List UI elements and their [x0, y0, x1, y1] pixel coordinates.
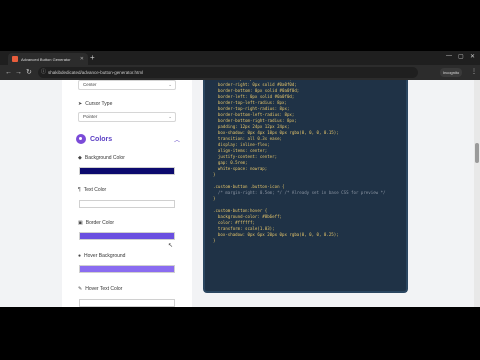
reload-icon[interactable]: ↻ [26, 68, 32, 77]
tab-bar: Advanced Button Generator ✕ + — ▢ ✕ [0, 51, 480, 65]
settings-panel: Center ⌄ ➤ Cursor Type Pointer ⌄ Colors … [62, 80, 192, 307]
border-color-label-text: Border Color [85, 220, 115, 226]
code-line: } [213, 238, 216, 243]
address-bar-row: ← → ↻ ⓘ shakibdedicated/advance-button-g… [0, 65, 480, 80]
code-block: border-top: 0px solid #0a0f0d; border-ri… [213, 80, 386, 244]
chevron-down-icon: ⌄ [168, 82, 172, 87]
cursor-type-select[interactable]: Pointer ⌄ [78, 112, 176, 122]
palette-icon [76, 134, 86, 144]
pen-icon: ✎ [78, 286, 83, 292]
forward-icon[interactable]: → [15, 68, 22, 77]
background-color-swatch[interactable] [79, 167, 175, 175]
chevron-up-icon[interactable]: ︿ [174, 135, 180, 144]
hover-background-label: ● Hover Background [78, 253, 125, 259]
hover-fill-icon: ● [78, 253, 82, 259]
cursor-type-label: ➤ Cursor Type [78, 101, 112, 107]
chevron-down-icon: ⌄ [168, 114, 172, 119]
hover-background-swatch[interactable] [79, 265, 175, 273]
hover-text-color-label: ✎ Hover Text Color [78, 286, 122, 292]
favicon-icon [12, 56, 18, 62]
background-color-label: ◆ Background Color [78, 155, 125, 161]
code-line: /* margin-right: 0.5em; */ /* Already se… [213, 190, 386, 195]
border-color-swatch[interactable] [79, 232, 175, 240]
text-color-swatch[interactable] [79, 200, 175, 208]
colors-section-header[interactable]: Colors ︿ [76, 132, 180, 146]
close-icon[interactable]: ✕ [80, 56, 84, 62]
minimize-icon[interactable]: — [446, 53, 452, 59]
cursor-type-value: Pointer [83, 114, 98, 119]
hover-background-label-text: Hover Background [84, 253, 126, 259]
window-close-icon[interactable]: ✕ [470, 53, 475, 60]
mouse-pointer-icon: ↖ [168, 243, 174, 249]
browser-tab[interactable]: Advanced Button Generator ✕ [8, 53, 88, 65]
border-icon: ▣ [78, 220, 83, 226]
page-content: Center ⌄ ➤ Cursor Type Pointer ⌄ Colors … [0, 80, 480, 307]
scrollbar-thumb[interactable] [475, 143, 479, 163]
text-color-icon: ¶ [78, 187, 81, 193]
new-tab-icon[interactable]: + [90, 53, 95, 63]
alignment-select-value: Center [83, 82, 97, 87]
hover-text-color-label-text: Hover Text Color [85, 286, 123, 292]
site-info-icon[interactable]: ⓘ [41, 67, 46, 78]
text-color-label-text: Text Color [83, 187, 107, 193]
background-color-label-text: Background Color [84, 155, 125, 161]
url-field[interactable]: ⓘ shakibdedicated/advance-button-generat… [38, 67, 418, 78]
section-title: Colors [90, 135, 113, 143]
incognito-chip[interactable]: Incognito [440, 68, 463, 77]
hover-text-color-swatch[interactable] [79, 299, 175, 307]
maximize-icon[interactable]: ▢ [458, 53, 464, 60]
alignment-select[interactable]: Center ⌄ [78, 80, 176, 90]
tab-title: Advanced Button Generator [21, 56, 71, 62]
scrollbar[interactable] [474, 80, 480, 307]
cursor-type-label-text: Cursor Type [85, 101, 113, 107]
text-color-label: ¶ Text Color [78, 187, 106, 193]
border-color-label: ▣ Border Color [78, 220, 114, 226]
css-code-output[interactable]: border-top: 0px solid #0a0f0d; border-ri… [203, 80, 408, 293]
cursor-icon: ➤ [78, 101, 83, 107]
back-icon[interactable]: ← [5, 68, 12, 77]
more-menu-icon[interactable]: ⋮ [471, 68, 477, 75]
fill-icon: ◆ [78, 155, 82, 161]
url-text: shakibdedicated/advance-button-generator… [48, 70, 144, 75]
